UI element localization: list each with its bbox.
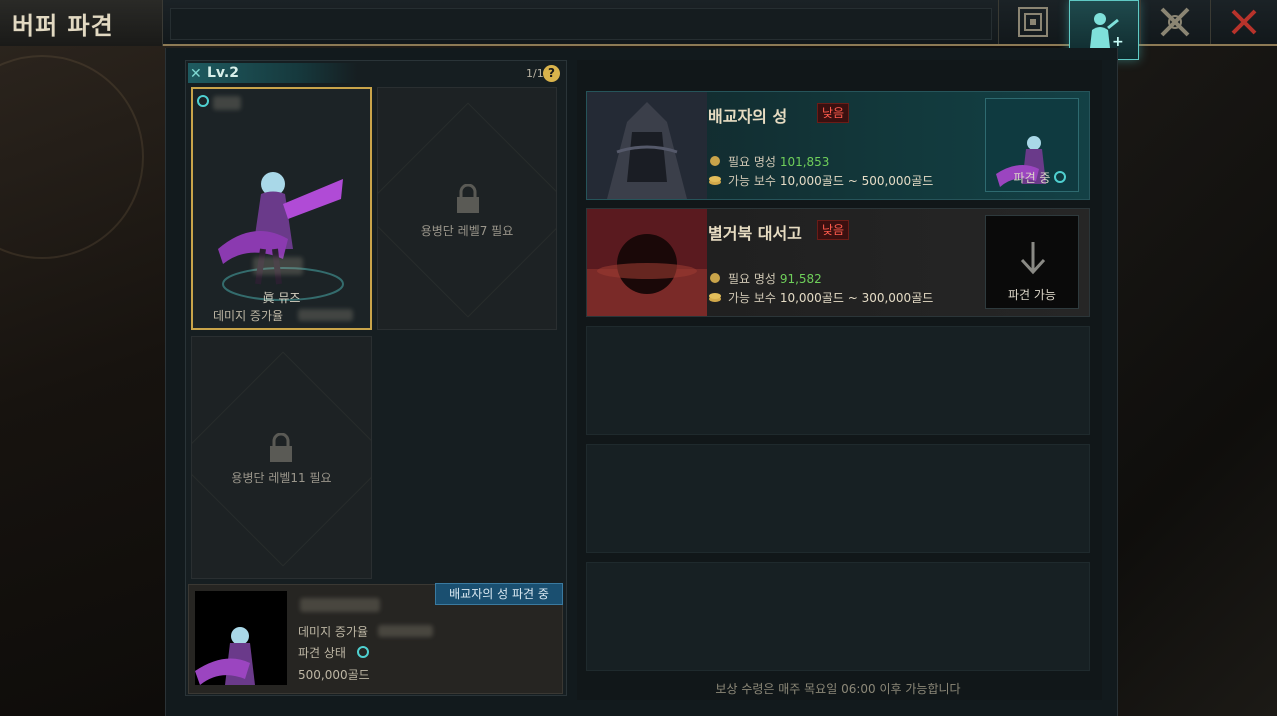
medal-icon bbox=[710, 156, 720, 166]
reward-label: 가능 보수 bbox=[728, 291, 776, 305]
mission-name: 배교자의 성 bbox=[708, 107, 788, 126]
blurred-text bbox=[300, 598, 380, 612]
tab-map[interactable] bbox=[998, 0, 1066, 44]
empty-mission-slot bbox=[586, 444, 1090, 553]
buffer-slot-3[interactable]: 용병단 레벨11 필요 bbox=[191, 336, 372, 579]
reward-notice: 보상 수령은 매주 목요일 06:00 이후 가능합니다 bbox=[715, 682, 961, 696]
empty-mission-slot bbox=[586, 326, 1090, 435]
dispatch-status-label: 파견 상태 bbox=[298, 646, 346, 660]
fame-label: 필요 명성 bbox=[728, 155, 776, 169]
dispatch-status-icon bbox=[197, 95, 209, 107]
empty-mission-slot bbox=[586, 562, 1090, 671]
level-bar bbox=[188, 63, 564, 83]
damage-stat-label: 데미지 증가율 bbox=[213, 309, 284, 323]
dispatch-status-tag: 배교자의 성 파견 중 bbox=[435, 583, 563, 605]
damage-label: 데미지 증가율 bbox=[298, 625, 369, 639]
buffer-dispatch-icon: + bbox=[1090, 13, 1124, 50]
difficulty-badge: 낮음 bbox=[817, 220, 850, 240]
help-icon[interactable]: ? bbox=[543, 65, 560, 82]
slot-count: 1/1 bbox=[526, 67, 544, 80]
close-button[interactable] bbox=[1210, 0, 1277, 44]
map-grid-icon bbox=[1017, 7, 1048, 37]
lock-icon bbox=[270, 433, 292, 462]
dispatched-buffer-box[interactable]: 파견 중 bbox=[985, 98, 1079, 192]
character-image bbox=[218, 172, 344, 301]
fame-requirement: 필요 명성 91,582 bbox=[708, 270, 822, 287]
lock-requirement: 용병단 레벨11 필요 bbox=[231, 471, 332, 485]
blurred-text bbox=[213, 96, 241, 110]
dispatch-button[interactable]: 파견 가능 bbox=[985, 215, 1079, 309]
lock-icon bbox=[457, 184, 479, 213]
difficulty-badge: 낮음 bbox=[817, 103, 850, 123]
buffer-slot-1[interactable]: 眞 뮤즈 데미지 증가율 bbox=[191, 87, 372, 330]
fame-value: 91,582 bbox=[779, 272, 822, 286]
close-icon bbox=[1231, 9, 1257, 35]
page-title: 버퍼 파견 bbox=[12, 11, 114, 40]
title-box: 버퍼 파견 bbox=[0, 0, 163, 46]
character-name: 眞 뮤즈 bbox=[262, 291, 301, 305]
level-label: Lv.2 bbox=[207, 65, 239, 81]
fame-value: 101,853 bbox=[779, 155, 830, 169]
blurred-text bbox=[298, 309, 353, 321]
reward-range: 가능 보수 10,000골드 ~ 500,000골드 bbox=[708, 172, 933, 189]
level-badge-icon: ✕ bbox=[190, 66, 202, 82]
mission-image bbox=[587, 92, 707, 199]
blurred-text bbox=[378, 625, 433, 637]
arrow-down-icon bbox=[1020, 242, 1046, 275]
fame-label: 필요 명성 bbox=[728, 272, 776, 286]
dispatch-status-icon bbox=[1054, 171, 1066, 183]
dispatch-available-label: 파견 가능 bbox=[1008, 288, 1056, 302]
mission-name: 별거북 대서고 bbox=[708, 224, 802, 243]
mission-card-2[interactable]: 별거북 대서고 낮음 필요 명성 91,582 가능 보수 10,000골드 ~… bbox=[586, 208, 1090, 317]
reward-value: 10,000골드 ~ 500,000골드 bbox=[779, 174, 934, 188]
top-bar-field bbox=[170, 8, 992, 40]
buffer-slot-2[interactable]: 용병단 레벨7 필요 bbox=[377, 87, 557, 330]
gold-coin-icon bbox=[709, 176, 721, 185]
crossed-swords-icon bbox=[1160, 7, 1189, 37]
background-left-decor bbox=[0, 45, 165, 716]
top-bar: 버퍼 파견 + bbox=[0, 0, 1277, 60]
gold-amount: 500,000골드 bbox=[298, 668, 370, 682]
character-portrait-image bbox=[195, 627, 255, 685]
buffer-portrait bbox=[195, 591, 287, 685]
gold-coin-icon bbox=[709, 293, 721, 302]
reward-value: 10,000골드 ~ 300,000골드 bbox=[779, 291, 934, 305]
reward-label: 가능 보수 bbox=[728, 174, 776, 188]
background-right-decor bbox=[1118, 45, 1277, 716]
reward-range: 가능 보수 10,000골드 ~ 300,000골드 bbox=[708, 289, 933, 306]
mission-card-1[interactable]: 배교자의 성 낮음 필요 명성 101,853 가능 보수 10,000골드 ~… bbox=[586, 91, 1090, 200]
medal-icon bbox=[710, 273, 720, 283]
lock-requirement: 용병단 레벨7 필요 bbox=[420, 224, 514, 238]
blurred-text bbox=[253, 257, 303, 275]
tab-battle[interactable] bbox=[1140, 0, 1208, 44]
mission-image bbox=[587, 209, 707, 316]
dispatch-status-icon bbox=[357, 646, 369, 658]
fame-requirement: 필요 명성 101,853 bbox=[708, 153, 829, 170]
